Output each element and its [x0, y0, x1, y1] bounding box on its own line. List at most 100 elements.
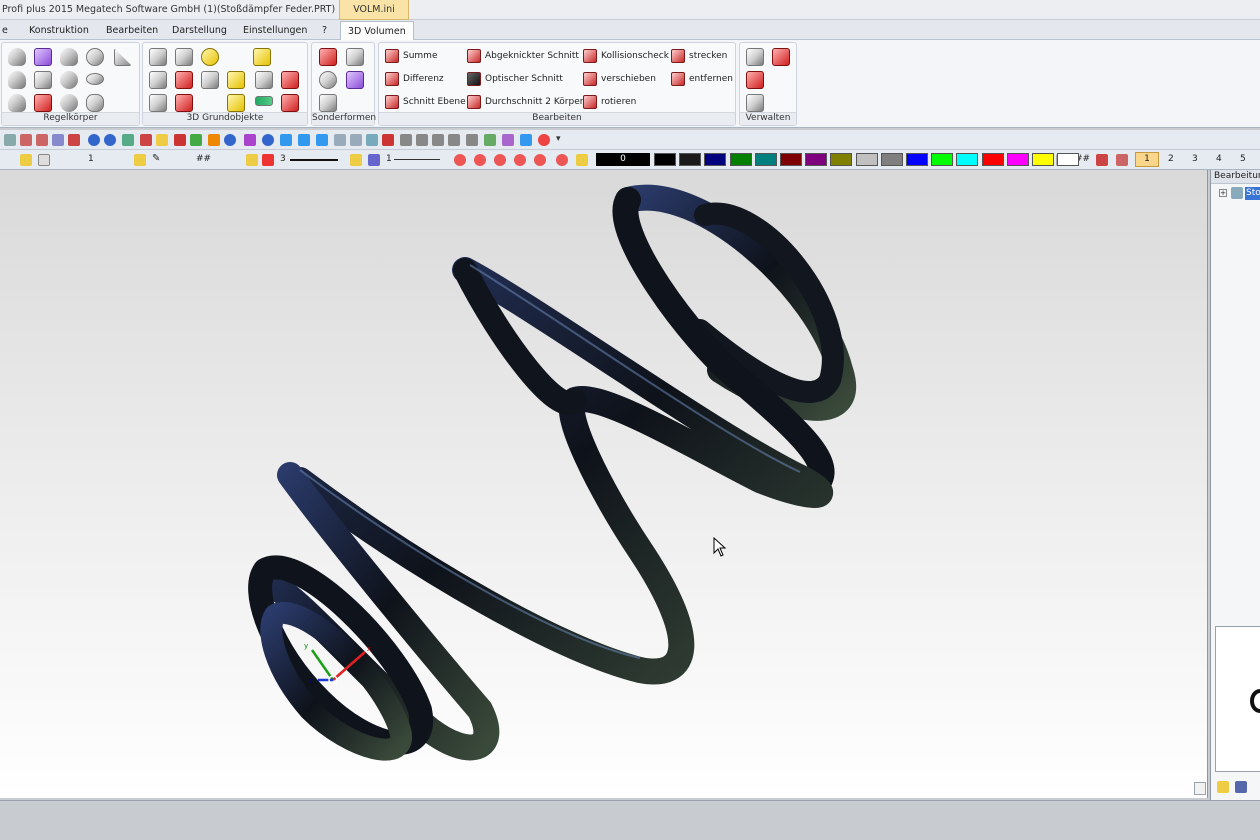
view-icon-13[interactable]: [244, 134, 256, 146]
page-4-button[interactable]: 4: [1216, 154, 1222, 164]
page-2-button[interactable]: 2: [1168, 154, 1174, 164]
sweep-icon[interactable]: [149, 71, 167, 89]
revolve-icon[interactable]: [201, 48, 219, 66]
cone-icon[interactable]: [8, 48, 26, 66]
box-color-icon[interactable]: [253, 48, 271, 66]
cmd-verschieben[interactable]: verschieben: [583, 71, 656, 87]
block-icon[interactable]: [227, 94, 245, 112]
cmd-schnitt-ebene[interactable]: Schnitt Ebene: [385, 94, 466, 110]
view-icon-15[interactable]: [280, 134, 292, 146]
view-icon-1[interactable]: [4, 134, 16, 146]
lock-icon-3[interactable]: [246, 154, 258, 166]
view-icon-14[interactable]: [262, 134, 274, 146]
undo-icon[interactable]: [88, 134, 100, 146]
lock-icon-4[interactable]: [350, 154, 362, 166]
cmd-differenz[interactable]: Differenz: [385, 71, 444, 87]
view-icon-20[interactable]: [366, 134, 378, 146]
view-icon-7[interactable]: [140, 134, 152, 146]
ring-icon[interactable]: [86, 73, 104, 85]
pen-icon[interactable]: ✎: [152, 154, 164, 166]
special-form-2-icon[interactable]: [346, 48, 364, 66]
cylinder-icon[interactable]: [8, 71, 26, 89]
tree-item-selected[interactable]: Sto: [1245, 187, 1260, 200]
manage-add-icon[interactable]: [746, 94, 764, 112]
tab-bearbeiten[interactable]: Bearbeiten: [106, 23, 158, 40]
pipe-bend-icon[interactable]: [86, 94, 104, 112]
color-value-box[interactable]: 0: [596, 153, 650, 166]
lock-icon[interactable]: [20, 154, 32, 166]
loft-icon[interactable]: [149, 94, 167, 112]
tab-3d-volumen[interactable]: 3D Volumen: [340, 21, 414, 41]
view-icon-2[interactable]: [20, 134, 32, 146]
manage-list-icon[interactable]: [746, 48, 764, 66]
spring-model[interactable]: x y z: [0, 170, 1208, 798]
page-3-button[interactable]: 3: [1192, 154, 1198, 164]
view-icon-6[interactable]: [122, 134, 134, 146]
sphere-icon[interactable]: [60, 71, 78, 89]
view-icon-5[interactable]: [68, 134, 80, 146]
color-swatch[interactable]: [780, 153, 802, 166]
view-icon-17[interactable]: [316, 134, 328, 146]
cmd-optischer-schnitt[interactable]: Optischer Schnitt: [467, 71, 563, 87]
color-swatch[interactable]: [805, 153, 828, 166]
zoom-prev-icon[interactable]: [534, 154, 546, 166]
color-swatch[interactable]: [956, 153, 979, 166]
view-icon-24[interactable]: [448, 134, 460, 146]
tree-expand-icon[interactable]: +: [1219, 189, 1227, 197]
color-swatch[interactable]: [1057, 153, 1080, 166]
color-swatch[interactable]: [679, 153, 702, 166]
special-form-1-icon[interactable]: [319, 48, 337, 66]
render-icon[interactable]: [382, 134, 394, 146]
toolbar-overflow-icon[interactable]: ▾: [556, 134, 564, 146]
color-swatch[interactable]: [981, 153, 1004, 166]
tab-darstellung[interactable]: Darstellung: [172, 23, 227, 40]
page-layout-icon-2[interactable]: [1116, 154, 1128, 166]
view-icon-26[interactable]: [484, 134, 496, 146]
frustum-icon[interactable]: [34, 94, 52, 112]
view-icon-4[interactable]: [52, 134, 64, 146]
panel-tab-icon-2[interactable]: [1235, 781, 1247, 793]
view-icon-22[interactable]: [416, 134, 428, 146]
view-icon-28[interactable]: [520, 134, 532, 146]
view-icon-23[interactable]: [432, 134, 444, 146]
zoom-out-icon[interactable]: [514, 154, 526, 166]
color-swatch[interactable]: [704, 153, 727, 166]
line-type-value[interactable]: 1: [386, 154, 392, 164]
layer-icon[interactable]: [38, 154, 50, 166]
tab-help[interactable]: ?: [322, 23, 327, 40]
extrude-icon[interactable]: [149, 48, 167, 66]
layer-value[interactable]: 1: [88, 154, 94, 164]
grid-objects-icon[interactable]: [281, 71, 299, 89]
view-icon-9[interactable]: [174, 134, 186, 146]
color-swatch[interactable]: [754, 153, 777, 166]
view-icon-27[interactable]: [502, 134, 514, 146]
cmd-summe[interactable]: Summe: [385, 48, 438, 64]
color-swatch[interactable]: [855, 153, 878, 166]
color-swatch[interactable]: [880, 153, 903, 166]
line-width-value[interactable]: 3: [280, 154, 286, 164]
view-icon-21[interactable]: [400, 134, 412, 146]
line-type-icon[interactable]: [368, 154, 380, 166]
color-wheel-icon[interactable]: [538, 134, 550, 146]
page-layout-icon[interactable]: [1096, 154, 1108, 166]
tube-icon[interactable]: [8, 94, 26, 112]
cmd-strecken[interactable]: strecken: [671, 48, 727, 64]
redo-icon[interactable]: [104, 134, 116, 146]
cmd-durchschnitt[interactable]: Durchschnitt 2 Körper: [467, 94, 583, 110]
special-form-3-icon[interactable]: [319, 71, 337, 89]
zoom-window-icon[interactable]: [474, 154, 486, 166]
helix-icon[interactable]: [175, 94, 193, 112]
pan-icon[interactable]: [556, 154, 568, 166]
solid-icon[interactable]: [227, 71, 245, 89]
shell-icon[interactable]: [255, 71, 273, 89]
view-icon-18[interactable]: [334, 134, 346, 146]
manage-move-icon[interactable]: [746, 71, 764, 89]
cmd-kollisionscheck[interactable]: Kollisionscheck: [583, 48, 669, 64]
lock-icon-5[interactable]: [576, 154, 588, 166]
view-icon-19[interactable]: [350, 134, 362, 146]
cmd-rotieren[interactable]: rotieren: [583, 94, 636, 110]
color-swatch[interactable]: [1032, 153, 1054, 166]
box-dims-icon[interactable]: [34, 71, 52, 89]
wedge-icon[interactable]: [114, 48, 132, 66]
lock-icon-2[interactable]: [134, 154, 146, 166]
